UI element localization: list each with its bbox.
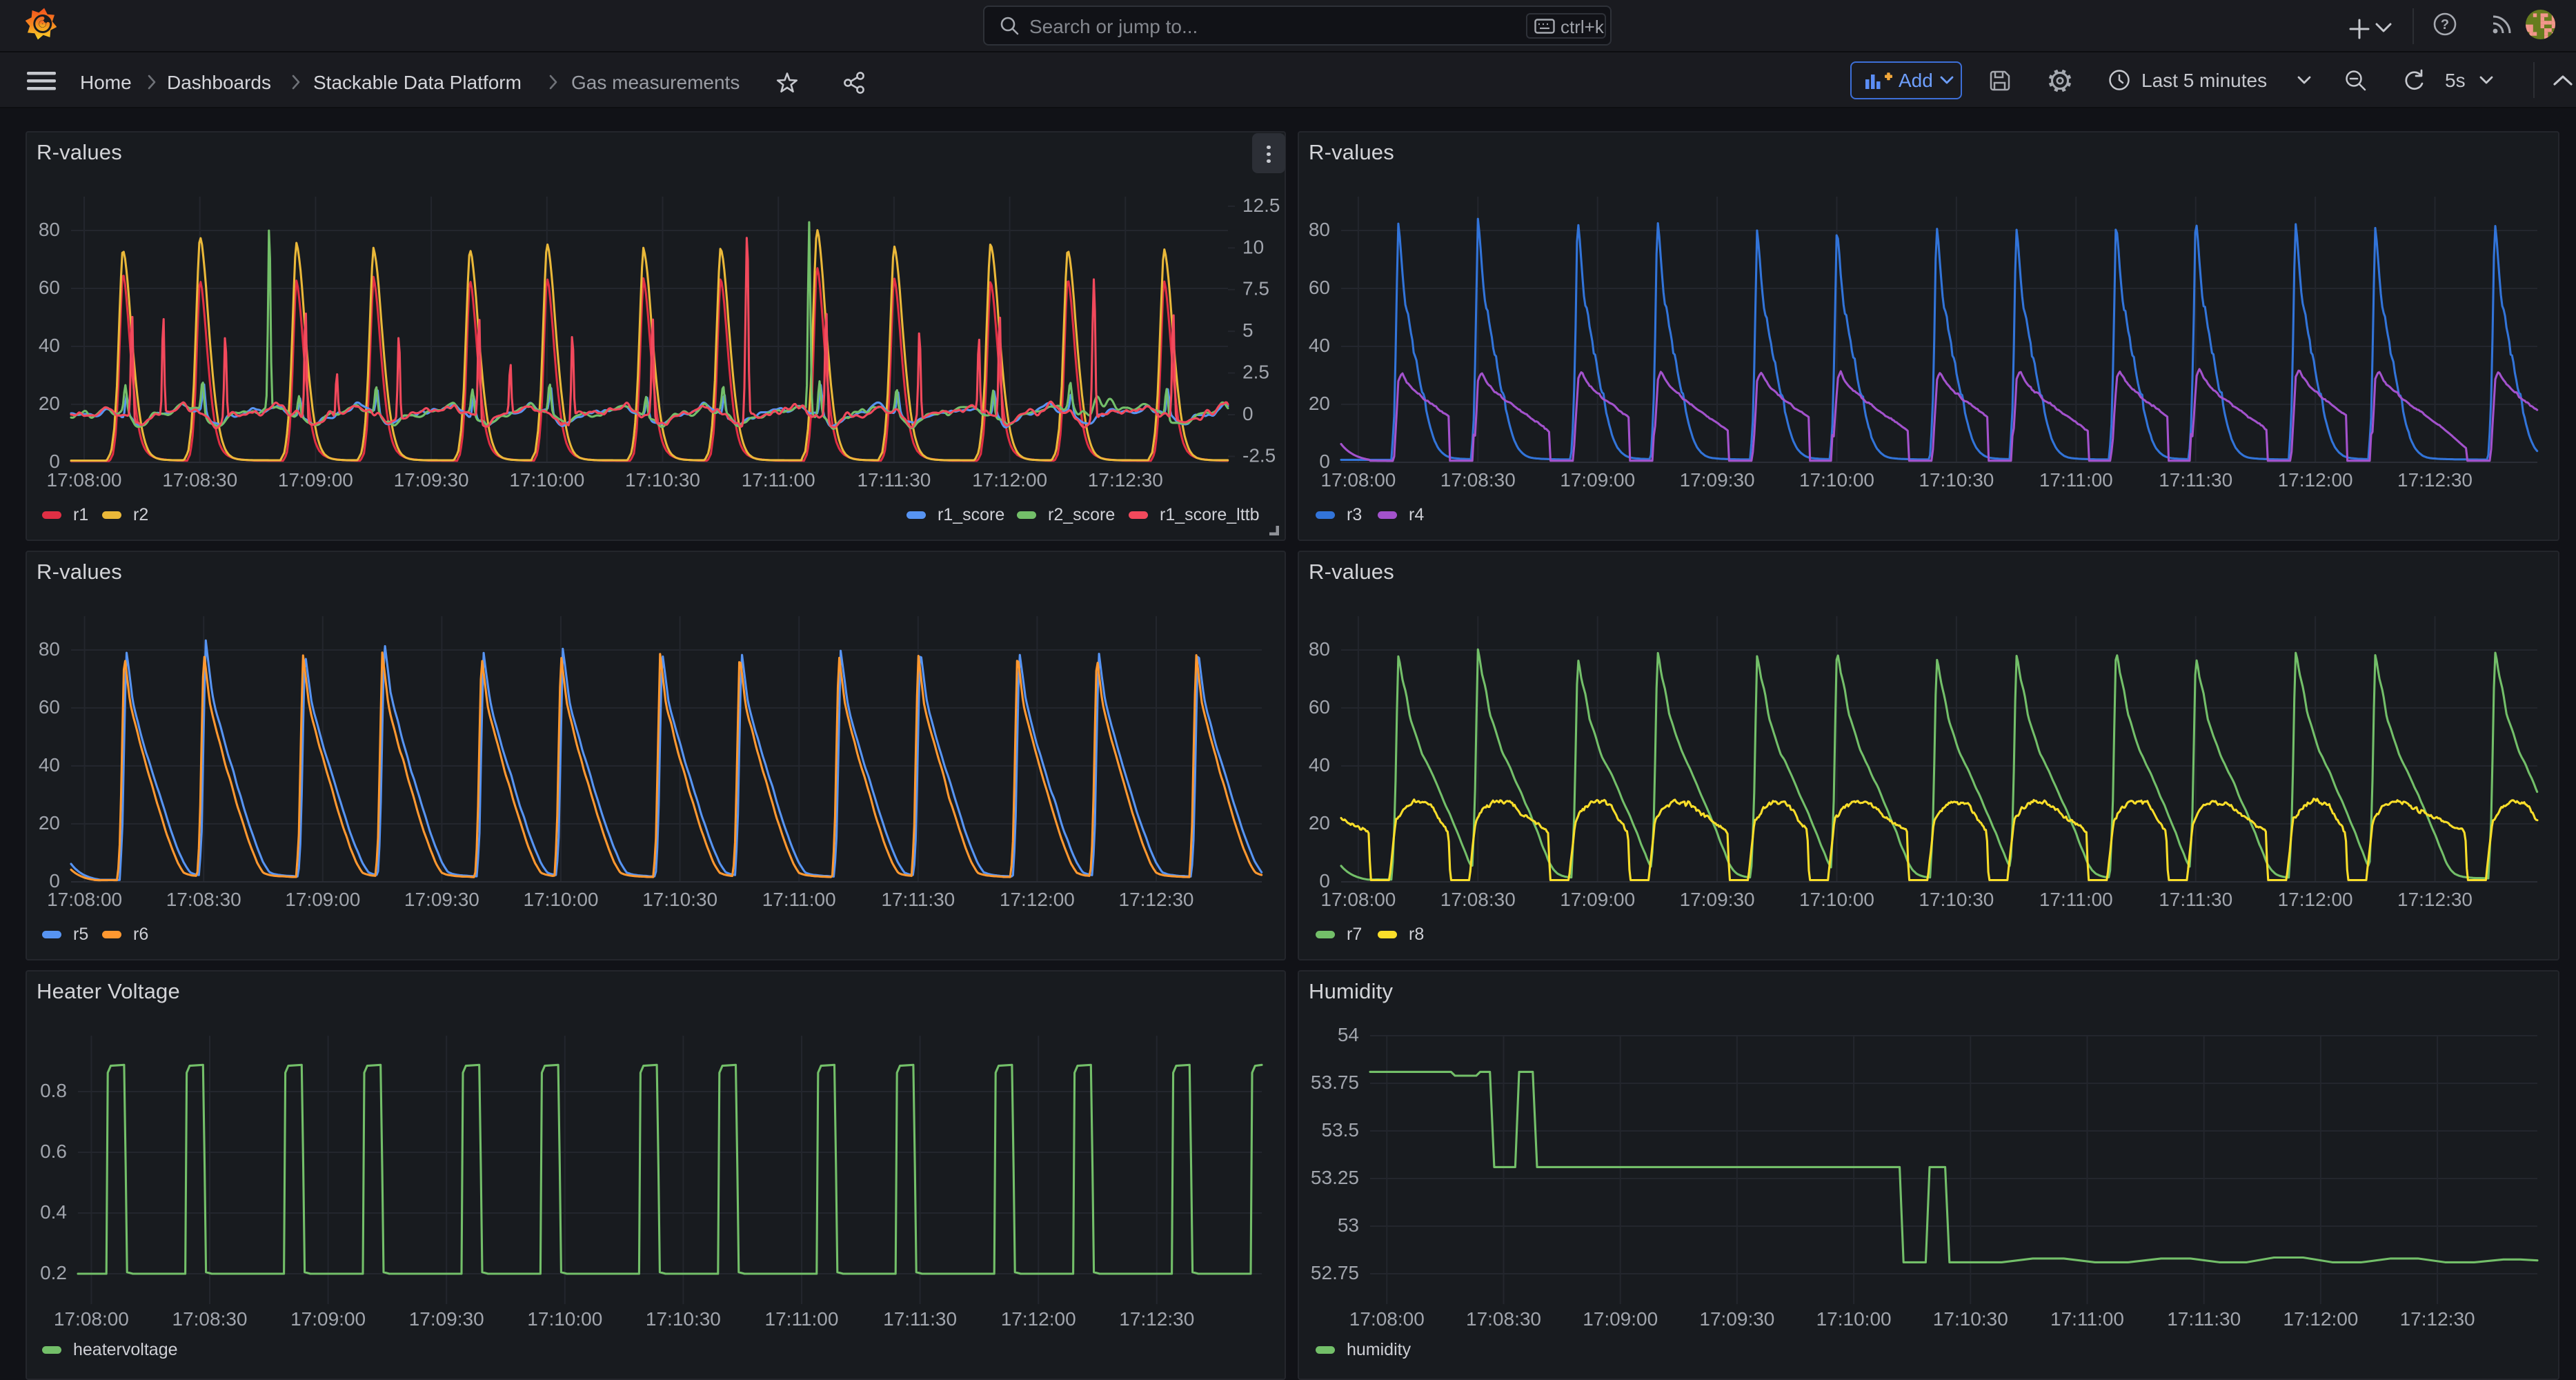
svg-text:80: 80 <box>1309 219 1330 240</box>
svg-text:17:11:00: 17:11:00 <box>2039 469 2113 491</box>
svg-text:17:11:30: 17:11:30 <box>2159 469 2232 491</box>
svg-text:40: 40 <box>39 335 60 356</box>
svg-text:17:08:00: 17:08:00 <box>1320 469 1396 491</box>
svg-text:17:12:00: 17:12:00 <box>2278 889 2353 910</box>
svg-text:17:10:30: 17:10:30 <box>1919 889 1994 910</box>
svg-text:2.5: 2.5 <box>1242 362 1269 383</box>
svg-text:17:08:30: 17:08:30 <box>162 469 237 491</box>
svg-text:17:09:30: 17:09:30 <box>394 469 469 491</box>
svg-text:10: 10 <box>1242 236 1264 257</box>
svg-text:17:10:00: 17:10:00 <box>524 889 599 910</box>
svg-text:17:10:00: 17:10:00 <box>1799 469 1874 491</box>
svg-text:60: 60 <box>1309 696 1330 718</box>
svg-text:17:10:00: 17:10:00 <box>1799 889 1874 910</box>
svg-text:20: 20 <box>1309 393 1330 414</box>
svg-text:60: 60 <box>1309 277 1330 298</box>
svg-text:17:08:30: 17:08:30 <box>172 1308 248 1330</box>
svg-text:17:08:30: 17:08:30 <box>1440 889 1516 910</box>
svg-text:17:12:00: 17:12:00 <box>2278 469 2353 491</box>
svg-text:-2.5: -2.5 <box>1242 444 1276 466</box>
svg-text:20: 20 <box>1309 812 1330 834</box>
svg-text:17:11:00: 17:11:00 <box>742 469 815 491</box>
svg-text:17:09:30: 17:09:30 <box>1699 1308 1774 1330</box>
svg-text:17:09:30: 17:09:30 <box>409 1308 484 1330</box>
svg-text:17:11:30: 17:11:30 <box>883 1308 957 1330</box>
svg-text:17:12:30: 17:12:30 <box>2397 469 2473 491</box>
svg-text:53: 53 <box>1338 1214 1359 1236</box>
svg-text:17:09:00: 17:09:00 <box>278 469 353 491</box>
svg-text:12.5: 12.5 <box>1242 195 1280 216</box>
svg-text:17:12:30: 17:12:30 <box>2397 889 2473 910</box>
svg-text:17:11:00: 17:11:00 <box>765 1308 839 1330</box>
svg-text:17:09:00: 17:09:00 <box>1583 1308 1658 1330</box>
svg-text:17:11:30: 17:11:30 <box>2167 1308 2241 1330</box>
svg-text:53.75: 53.75 <box>1311 1072 1359 1093</box>
svg-text:17:10:30: 17:10:30 <box>1919 469 1994 491</box>
svg-text:80: 80 <box>1309 638 1330 660</box>
svg-text:17:08:00: 17:08:00 <box>1349 1308 1425 1330</box>
svg-text:20: 20 <box>39 393 60 414</box>
svg-text:17:09:00: 17:09:00 <box>1560 889 1635 910</box>
svg-text:17:11:30: 17:11:30 <box>857 469 931 491</box>
svg-text:80: 80 <box>39 219 60 240</box>
svg-text:17:08:00: 17:08:00 <box>1320 889 1396 910</box>
svg-text:17:08:30: 17:08:30 <box>1440 469 1516 491</box>
svg-text:17:08:30: 17:08:30 <box>1466 1308 1541 1330</box>
svg-text:17:12:00: 17:12:00 <box>1000 889 1075 910</box>
svg-text:17:12:00: 17:12:00 <box>2283 1308 2358 1330</box>
svg-text:17:12:30: 17:12:30 <box>1088 469 1163 491</box>
svg-text:17:12:00: 17:12:00 <box>1001 1308 1076 1330</box>
svg-text:60: 60 <box>39 277 60 298</box>
svg-text:17:11:00: 17:11:00 <box>2050 1308 2124 1330</box>
svg-text:80: 80 <box>39 638 60 660</box>
svg-text:0.4: 0.4 <box>40 1201 67 1223</box>
svg-text:53.5: 53.5 <box>1322 1119 1360 1141</box>
svg-text:17:12:30: 17:12:30 <box>1119 1308 1194 1330</box>
svg-text:17:10:00: 17:10:00 <box>1816 1308 1892 1330</box>
svg-text:17:12:00: 17:12:00 <box>972 469 1047 491</box>
svg-text:17:08:00: 17:08:00 <box>47 889 122 910</box>
svg-text:17:10:00: 17:10:00 <box>527 1308 602 1330</box>
svg-text:17:08:00: 17:08:00 <box>47 469 122 491</box>
svg-text:17:11:30: 17:11:30 <box>2159 889 2232 910</box>
svg-text:52.75: 52.75 <box>1311 1262 1359 1283</box>
svg-text:17:09:00: 17:09:00 <box>1560 469 1635 491</box>
svg-text:17:09:30: 17:09:30 <box>404 889 479 910</box>
svg-text:7.5: 7.5 <box>1242 278 1269 299</box>
svg-text:40: 40 <box>39 754 60 776</box>
svg-text:53.25: 53.25 <box>1311 1167 1359 1188</box>
svg-text:17:09:30: 17:09:30 <box>1680 889 1755 910</box>
svg-text:17:12:30: 17:12:30 <box>1119 889 1194 910</box>
svg-text:17:08:00: 17:08:00 <box>54 1308 129 1330</box>
svg-text:17:11:30: 17:11:30 <box>881 889 955 910</box>
svg-text:54: 54 <box>1338 1024 1359 1045</box>
svg-text:20: 20 <box>39 812 60 834</box>
svg-text:17:10:30: 17:10:30 <box>625 469 700 491</box>
svg-text:17:09:30: 17:09:30 <box>1680 469 1755 491</box>
svg-text:17:10:30: 17:10:30 <box>642 889 717 910</box>
svg-text:17:10:00: 17:10:00 <box>509 469 584 491</box>
svg-text:17:10:30: 17:10:30 <box>1933 1308 2008 1330</box>
svg-text:0.6: 0.6 <box>40 1141 67 1162</box>
svg-text:17:12:30: 17:12:30 <box>2400 1308 2475 1330</box>
svg-text:0: 0 <box>1242 403 1254 424</box>
svg-text:17:11:00: 17:11:00 <box>2039 889 2113 910</box>
svg-text:0.8: 0.8 <box>40 1080 67 1101</box>
svg-text:?: ? <box>2441 17 2449 32</box>
svg-text:0.2: 0.2 <box>40 1262 67 1283</box>
svg-text:60: 60 <box>39 696 60 718</box>
svg-text:40: 40 <box>1309 754 1330 776</box>
svg-text:40: 40 <box>1309 335 1330 356</box>
svg-text:5: 5 <box>1242 319 1254 341</box>
svg-text:17:09:00: 17:09:00 <box>285 889 360 910</box>
svg-text:17:08:30: 17:08:30 <box>166 889 241 910</box>
svg-text:17:11:00: 17:11:00 <box>762 889 836 910</box>
svg-text:17:09:00: 17:09:00 <box>290 1308 366 1330</box>
svg-text:17:10:30: 17:10:30 <box>646 1308 721 1330</box>
